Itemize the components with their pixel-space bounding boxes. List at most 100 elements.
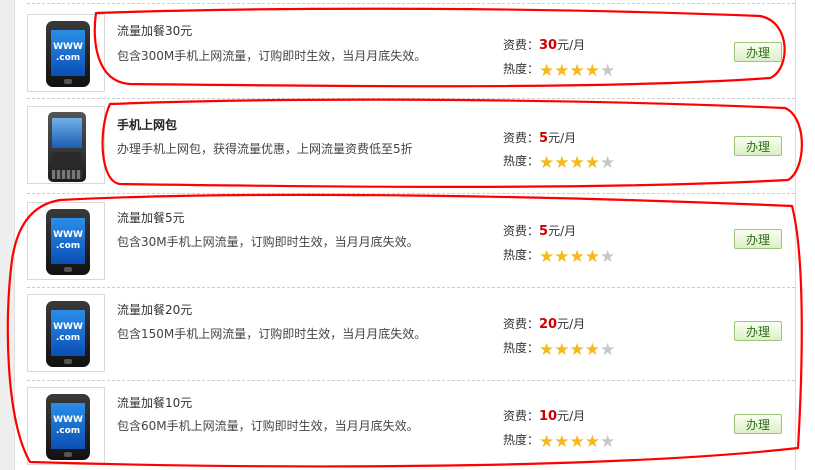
- fee-row: 资费：5元/月: [503, 129, 576, 146]
- screen-text-com: .com: [55, 426, 81, 436]
- fee-value: 30: [539, 38, 558, 53]
- package-thumbnail[interactable]: WWW .com: [27, 14, 105, 92]
- screen-text-com: .com: [55, 333, 81, 343]
- package-thumbnail[interactable]: WWW .com: [27, 202, 105, 280]
- heat-row: 热度：★★★★★: [503, 60, 615, 80]
- rating-stars: ★★★★★: [539, 342, 615, 359]
- fee-value: 5: [539, 131, 549, 146]
- package-description: 包含300M手机上网流量，订购即时生效，当月月底失效。: [117, 49, 427, 63]
- star-filled-icon: ★: [554, 247, 570, 267]
- apply-button[interactable]: 办理: [734, 42, 782, 62]
- heat-row: 热度：★★★★★: [503, 431, 615, 451]
- heat-label: 热度：: [503, 62, 540, 76]
- rating-stars: ★★★★★: [539, 155, 615, 172]
- star-empty-icon: ★: [600, 340, 616, 360]
- package-list: WWW .com 流量加餐30元 包含300M手机上网流量，订购即时生效，当月月底…: [27, 0, 795, 470]
- apply-button[interactable]: 办理: [734, 414, 782, 434]
- star-filled-icon: ★: [569, 61, 585, 81]
- heat-label: 热度：: [503, 341, 540, 355]
- star-filled-icon: ★: [584, 340, 601, 360]
- screen-text-com: .com: [55, 241, 81, 251]
- heat-label: 热度：: [503, 248, 540, 262]
- fee-value: 20: [539, 317, 558, 332]
- heat-row: 热度：★★★★★: [503, 152, 615, 172]
- fee-value: 5: [539, 224, 549, 239]
- fee-row: 资费：30元/月: [503, 36, 585, 53]
- right-border: [795, 0, 796, 470]
- package-title[interactable]: 流量加餐10元: [117, 394, 192, 411]
- package-thumbnail[interactable]: WWW .com: [27, 387, 105, 465]
- star-filled-icon: ★: [584, 153, 601, 173]
- star-filled-icon: ★: [539, 340, 555, 360]
- fee-unit: 元/月: [557, 38, 586, 52]
- star-empty-icon: ★: [600, 247, 616, 267]
- fee-label: 资费：: [503, 38, 540, 52]
- star-filled-icon: ★: [584, 247, 601, 267]
- fee-value: 10: [539, 409, 558, 424]
- row-divider: [27, 98, 795, 99]
- fee-row: 资费：20元/月: [503, 315, 585, 332]
- screen-text-www: WWW: [53, 230, 83, 240]
- fee-unit: 元/月: [557, 317, 586, 331]
- screen-text-www: WWW: [53, 42, 83, 52]
- package-description: 包含30M手机上网流量，订购即时生效，当月月底失效。: [117, 235, 419, 249]
- fee-label: 资费：: [503, 224, 540, 238]
- star-filled-icon: ★: [539, 61, 555, 81]
- fee-unit: 元/月: [548, 131, 577, 145]
- screen-text-www: WWW: [53, 322, 83, 332]
- apply-button[interactable]: 办理: [734, 136, 782, 156]
- phone-www-icon: WWW .com: [46, 301, 90, 367]
- phone-www-icon: WWW .com: [46, 394, 90, 460]
- heat-label: 热度：: [503, 433, 540, 447]
- package-description: 包含150M手机上网流量，订购即时生效，当月月底失效。: [117, 327, 427, 341]
- star-filled-icon: ★: [569, 153, 585, 173]
- package-description: 办理手机上网包，获得流量优惠，上网流量资费低至5折: [117, 142, 413, 156]
- rating-stars: ★★★★★: [539, 434, 615, 451]
- fee-label: 资费：: [503, 131, 540, 145]
- fee-label: 资费：: [503, 409, 540, 423]
- fee-label: 资费：: [503, 317, 540, 331]
- heat-row: 热度：★★★★★: [503, 246, 615, 266]
- package-title[interactable]: 手机上网包: [117, 116, 177, 133]
- row-divider: [27, 287, 795, 288]
- rating-stars: ★★★★★: [539, 249, 615, 266]
- package-title[interactable]: 流量加餐30元: [117, 22, 192, 39]
- phone-www-icon: WWW .com: [46, 21, 90, 87]
- star-filled-icon: ★: [554, 340, 570, 360]
- star-filled-icon: ★: [584, 432, 601, 452]
- package-thumbnail[interactable]: [27, 106, 105, 184]
- row-divider: [27, 380, 795, 381]
- star-empty-icon: ★: [600, 432, 616, 452]
- star-filled-icon: ★: [554, 153, 570, 173]
- fee-unit: 元/月: [548, 224, 577, 238]
- star-filled-icon: ★: [569, 247, 585, 267]
- package-title[interactable]: 流量加餐20元: [117, 301, 192, 318]
- star-filled-icon: ★: [569, 340, 585, 360]
- heat-label: 热度：: [503, 154, 540, 168]
- star-filled-icon: ★: [539, 247, 555, 267]
- star-filled-icon: ★: [569, 432, 585, 452]
- pda-phone-icon: [48, 112, 86, 182]
- star-filled-icon: ★: [539, 153, 555, 173]
- apply-button[interactable]: 办理: [734, 321, 782, 341]
- fee-unit: 元/月: [557, 409, 586, 423]
- package-thumbnail[interactable]: WWW .com: [27, 294, 105, 372]
- phone-www-icon: WWW .com: [46, 209, 90, 275]
- star-filled-icon: ★: [554, 432, 570, 452]
- package-title[interactable]: 流量加餐5元: [117, 209, 185, 226]
- row-divider: [27, 193, 795, 194]
- apply-button[interactable]: 办理: [734, 229, 782, 249]
- star-empty-icon: ★: [600, 153, 616, 173]
- rating-stars: ★★★★★: [539, 63, 615, 80]
- star-filled-icon: ★: [554, 61, 570, 81]
- star-filled-icon: ★: [539, 432, 555, 452]
- left-sidebar-edge: [0, 0, 15, 470]
- screen-text-com: .com: [55, 53, 81, 63]
- screen-text-www: WWW: [53, 415, 83, 425]
- package-description: 包含60M手机上网流量，订购即时生效，当月月底失效。: [117, 419, 419, 433]
- star-filled-icon: ★: [584, 61, 601, 81]
- heat-row: 热度：★★★★★: [503, 339, 615, 359]
- row-divider: [27, 3, 795, 4]
- fee-row: 资费：5元/月: [503, 222, 576, 239]
- star-empty-icon: ★: [600, 61, 616, 81]
